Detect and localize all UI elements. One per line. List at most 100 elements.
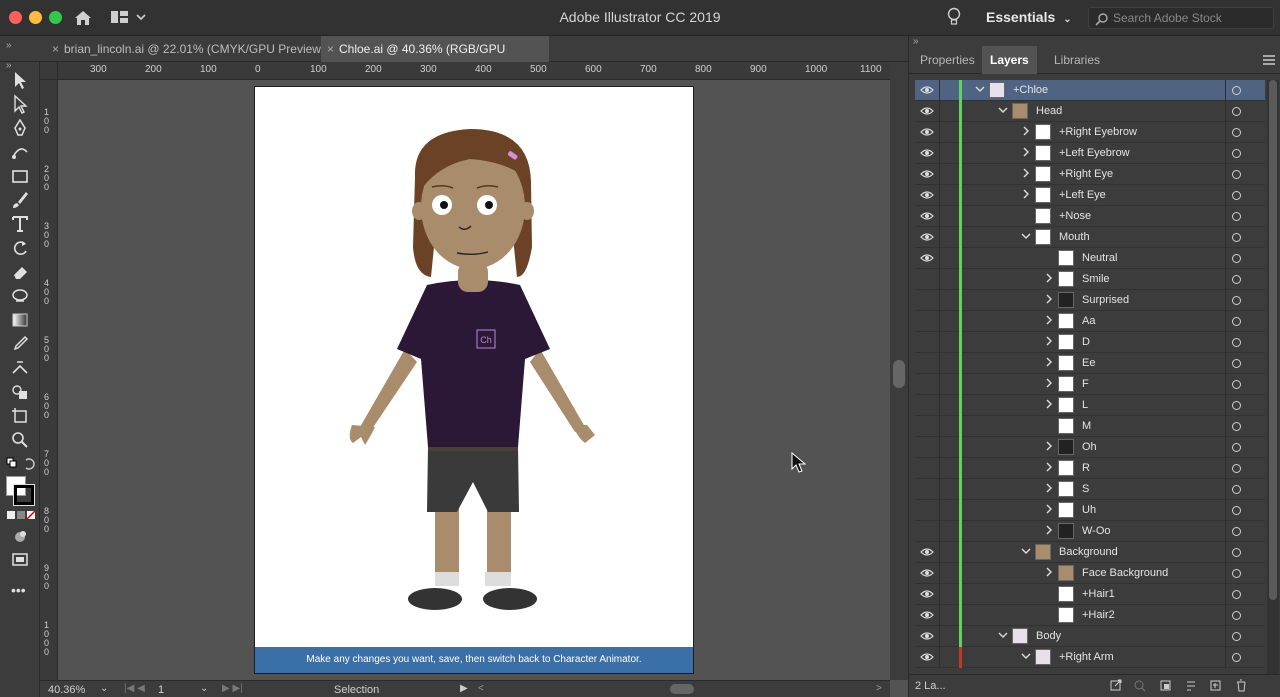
target-circle-icon[interactable]	[1232, 569, 1241, 578]
rotate-tool-icon[interactable]	[10, 238, 30, 258]
chevron-right-icon[interactable]	[1044, 525, 1054, 535]
visibility-toggle[interactable]	[920, 294, 934, 306]
lock-column[interactable]	[939, 458, 940, 479]
chevron-right-icon[interactable]	[1044, 378, 1054, 388]
layer-row[interactable]: +Right Eye	[915, 164, 1265, 185]
paintbrush-tool-icon[interactable]	[10, 190, 30, 210]
chevron-right-icon[interactable]	[1044, 483, 1054, 493]
visibility-eye-icon[interactable]	[920, 231, 934, 243]
artboard[interactable]: Ch Make any changes you want, save, then…	[254, 86, 694, 674]
tab-libraries[interactable]: Libraries	[1046, 46, 1108, 74]
close-icon[interactable]: ×	[52, 36, 59, 62]
lock-column[interactable]	[939, 521, 940, 542]
visibility-toggle[interactable]	[920, 525, 934, 537]
layer-row[interactable]: Aa	[915, 311, 1265, 332]
layer-row[interactable]: +Nose	[915, 206, 1265, 227]
puppet-warp-tool-icon[interactable]	[10, 358, 30, 378]
visibility-eye-icon[interactable]	[920, 210, 934, 222]
visibility-toggle[interactable]	[920, 378, 934, 390]
chevron-down-icon[interactable]	[1021, 231, 1031, 241]
chevron-down-icon[interactable]	[1021, 651, 1031, 661]
layer-row[interactable]: Oh	[915, 437, 1265, 458]
draw-mode-icon[interactable]	[10, 527, 30, 547]
visibility-eye-icon[interactable]	[920, 252, 934, 264]
zoom-tool-icon[interactable]	[10, 430, 30, 450]
warp-tool-icon[interactable]	[10, 286, 30, 306]
lock-column[interactable]	[939, 542, 940, 563]
visibility-toggle[interactable]	[920, 273, 934, 285]
target-circle-icon[interactable]	[1232, 338, 1241, 347]
visibility-toggle[interactable]	[920, 399, 934, 411]
chevron-right-icon[interactable]	[1021, 147, 1031, 157]
scroll-left-icon[interactable]: <	[478, 683, 484, 694]
tab-properties[interactable]: Properties	[912, 46, 983, 74]
lock-column[interactable]	[939, 437, 940, 458]
lock-column[interactable]	[939, 332, 940, 353]
first-artboard-icon[interactable]: |◀ ◀	[124, 683, 145, 694]
selection-tool-icon[interactable]	[10, 70, 30, 90]
target-circle-icon[interactable]	[1232, 506, 1241, 515]
scroll-right-icon[interactable]: >	[876, 683, 882, 694]
layer-row[interactable]: Uh	[915, 500, 1265, 521]
target-circle-icon[interactable]	[1232, 464, 1241, 473]
layer-row[interactable]: Smile	[915, 269, 1265, 290]
panel-menu-icon[interactable]	[1263, 55, 1275, 65]
lock-column[interactable]	[939, 647, 940, 668]
visibility-eye-icon[interactable]	[920, 189, 934, 201]
target-circle-icon[interactable]	[1232, 128, 1241, 137]
visibility-toggle[interactable]	[920, 462, 934, 474]
visibility-eye-icon[interactable]	[920, 546, 934, 558]
lock-column[interactable]	[939, 143, 940, 164]
layer-row[interactable]: R	[915, 458, 1265, 479]
layer-row[interactable]: +Hair1	[915, 584, 1265, 605]
stroke-swatch[interactable]	[13, 484, 35, 506]
lock-column[interactable]	[939, 206, 940, 227]
layer-row[interactable]: Mouth	[915, 227, 1265, 248]
chevron-right-icon[interactable]	[1044, 315, 1054, 325]
layers-scrollbar[interactable]	[1267, 80, 1279, 674]
eraser-tool-icon[interactable]	[10, 262, 30, 282]
target-circle-icon[interactable]	[1232, 317, 1241, 326]
lock-column[interactable]	[939, 122, 940, 143]
chevron-right-icon[interactable]	[1044, 567, 1054, 577]
chevron-right-icon[interactable]	[1044, 294, 1054, 304]
layer-row[interactable]: Face Background	[915, 563, 1265, 584]
chevron-down-icon[interactable]	[998, 105, 1008, 115]
pen-tool-icon[interactable]	[10, 118, 30, 138]
lock-column[interactable]	[939, 605, 940, 626]
target-circle-icon[interactable]	[1232, 611, 1241, 620]
lock-column[interactable]	[939, 311, 940, 332]
search-input[interactable]	[1113, 10, 1269, 26]
layer-row[interactable]: S	[915, 479, 1265, 500]
visibility-eye-icon[interactable]	[920, 630, 934, 642]
visibility-toggle[interactable]	[920, 420, 934, 432]
workspace-dropdown[interactable]: Essentials ⌄	[986, 9, 1072, 25]
visibility-eye-icon[interactable]	[920, 651, 934, 663]
target-circle-icon[interactable]	[1232, 548, 1241, 557]
lock-column[interactable]	[939, 185, 940, 206]
target-circle-icon[interactable]	[1232, 422, 1241, 431]
lock-column[interactable]	[939, 269, 940, 290]
layer-row[interactable]: W-Oo	[915, 521, 1265, 542]
layer-row[interactable]: D	[915, 332, 1265, 353]
ruler-origin[interactable]	[40, 62, 58, 80]
more-tools-icon[interactable]: •••	[11, 582, 26, 598]
target-circle-icon[interactable]	[1232, 443, 1241, 452]
next-artboard-icon[interactable]: ▶ ▶|	[222, 683, 243, 694]
layer-row[interactable]: +Right Eyebrow	[915, 122, 1265, 143]
visibility-toggle[interactable]	[920, 357, 934, 369]
swap-fill-stroke-icon[interactable]	[6, 456, 36, 472]
visibility-eye-icon[interactable]	[920, 168, 934, 180]
visibility-eye-icon[interactable]	[920, 567, 934, 579]
artboard-number[interactable]: 1	[158, 684, 164, 696]
chloe-character-artwork[interactable]: Ch	[255, 87, 693, 647]
lock-column[interactable]	[939, 80, 940, 101]
lock-column[interactable]	[939, 374, 940, 395]
tab-chloe[interactable]: ×Chloe.ai @ 40.36% (RGB/GPU Preview)	[321, 36, 549, 82]
eyedropper-tool-icon[interactable]	[10, 334, 30, 354]
layer-row[interactable]: +Chloe	[915, 80, 1265, 101]
layer-row[interactable]: L	[915, 395, 1265, 416]
layer-row[interactable]: M	[915, 416, 1265, 437]
shape-builder-tool-icon[interactable]	[10, 382, 30, 402]
screen-mode-icon[interactable]	[10, 550, 30, 570]
